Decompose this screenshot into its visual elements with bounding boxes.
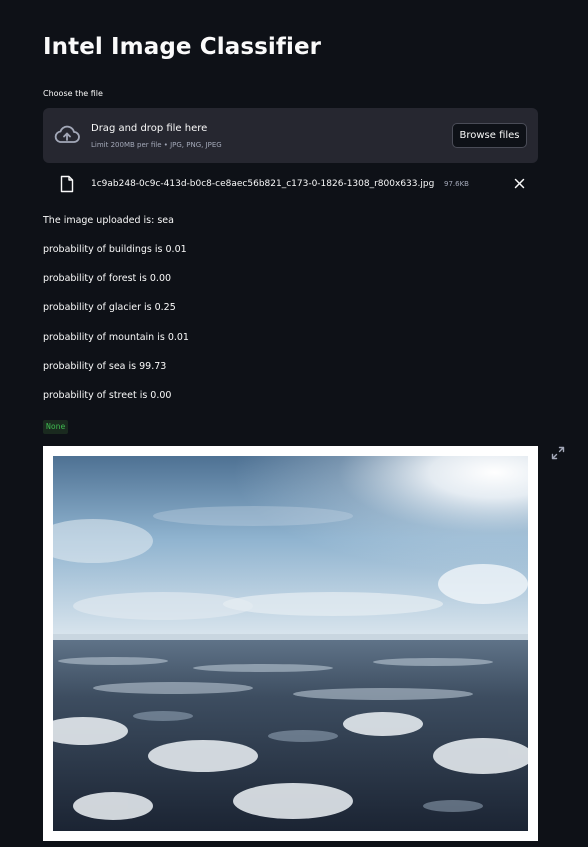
none-return-value: None (43, 420, 69, 434)
uploaded-file-row: 1c9ab248-0c9c-413d-b0c8-ce8aec56b821_c17… (43, 170, 538, 198)
dropzone-title: Drag and drop file here (91, 123, 208, 134)
uploaded-image-frame (43, 446, 538, 841)
fullscreen-expand-icon[interactable] (551, 446, 565, 460)
file-icon (60, 175, 74, 193)
probability-line-glacier: probability of glacier is 0.25 (43, 302, 176, 313)
probability-line-buildings: probability of buildings is 0.01 (43, 244, 187, 255)
probability-line-mountain: probability of mountain is 0.01 (43, 332, 189, 343)
browse-files-button[interactable]: Browse files (452, 123, 527, 148)
cloud-upload-icon (54, 125, 80, 143)
uploaded-file-size: 97.6KB (444, 180, 469, 188)
uploaded-result-text: The image uploaded is: sea (43, 215, 174, 226)
page-title: Intel Image Classifier (43, 34, 322, 60)
file-uploader-label: Choose the file (43, 89, 103, 98)
dropzone-limit-text: Limit 200MB per file • JPG, PNG, JPEG (91, 141, 222, 149)
probability-line-sea: probability of sea is 99.73 (43, 361, 167, 372)
probability-line-street: probability of street is 0.00 (43, 390, 172, 401)
probability-line-forest: probability of forest is 0.00 (43, 273, 172, 284)
close-icon[interactable] (514, 178, 525, 189)
file-dropzone[interactable]: Drag and drop file here Limit 200MB per … (43, 108, 538, 163)
uploaded-file-name: 1c9ab248-0c9c-413d-b0c8-ce8aec56b821_c17… (91, 179, 435, 189)
sea-photo (53, 456, 528, 831)
